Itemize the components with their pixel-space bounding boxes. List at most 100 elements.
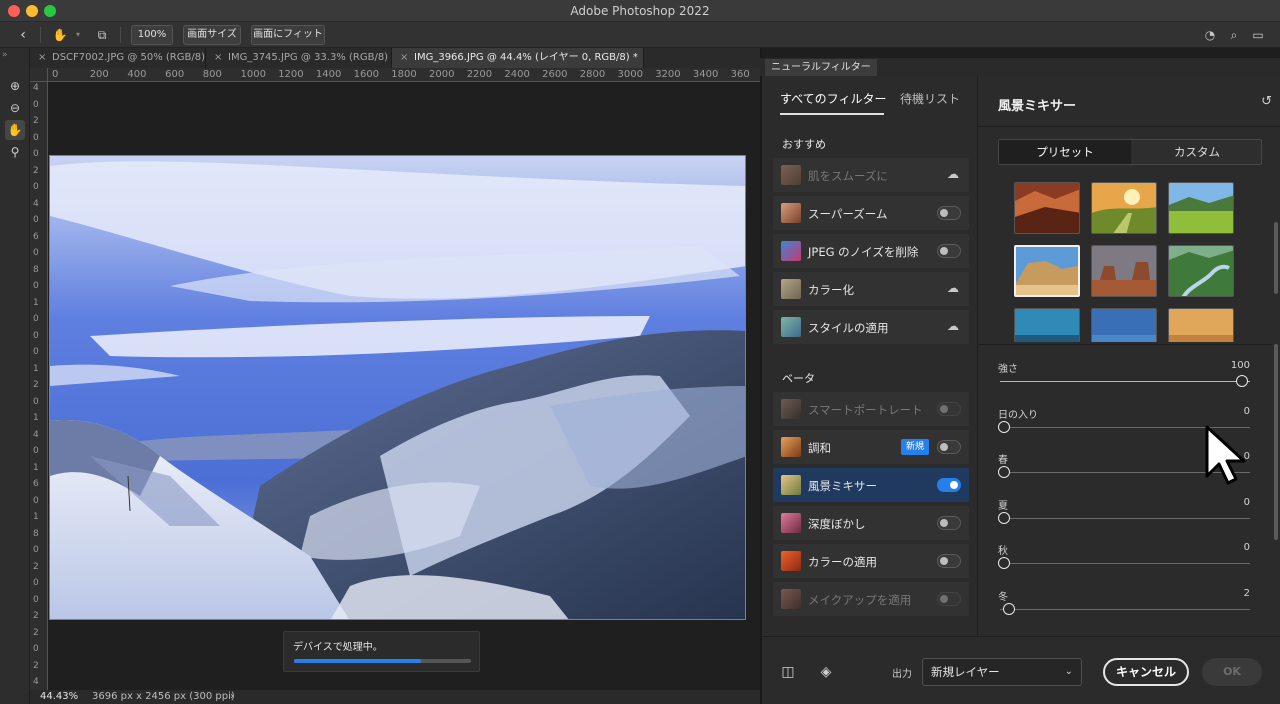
filter-thumbnail: [781, 589, 801, 609]
slider-track[interactable]: [1000, 381, 1250, 382]
fill-screen-button[interactable]: 画面にフィット: [251, 25, 325, 45]
seg-preset-button[interactable]: プリセット: [999, 140, 1131, 164]
ruler-origin[interactable]: [30, 68, 48, 82]
layer-preview-icon[interactable]: ◈: [816, 662, 836, 682]
zoom-tool-icon[interactable]: ⚲: [5, 142, 25, 162]
slider-track[interactable]: [1000, 608, 1250, 610]
filter-depth-blur[interactable]: 深度ぼかし: [773, 506, 969, 540]
ruler-tick-label: 0: [33, 578, 39, 588]
filter-super-zoom[interactable]: スーパーズーム: [773, 196, 969, 230]
cloud-download-icon[interactable]: ☁: [947, 281, 959, 295]
preset-thumbnail[interactable]: [1014, 182, 1080, 234]
preset-thumbnail-selected[interactable]: [1014, 245, 1080, 297]
filter-label: カラー化: [808, 283, 854, 297]
ruler-tick-label: 6: [33, 231, 39, 242]
doc-tab[interactable]: × IMG_3745.JPG @ 33.3% (RGB/8): [206, 48, 392, 68]
app-title: Adobe Photoshop 2022: [570, 4, 710, 18]
workspace-icon[interactable]: ▭: [1248, 25, 1268, 45]
doc-tab-active[interactable]: × IMG_3966.JPG @ 44.4% (レイヤー 0, RGB/8) *: [392, 48, 644, 68]
slider-value[interactable]: 100: [1210, 360, 1250, 371]
slider-knob[interactable]: [998, 511, 1010, 524]
reset-icon[interactable]: ↺: [1261, 94, 1272, 109]
filter-color-transfer[interactable]: カラーの適用: [773, 544, 969, 578]
preset-thumbnail[interactable]: [1168, 182, 1234, 234]
preset-thumbnail[interactable]: [1091, 308, 1157, 342]
share-icon[interactable]: ◔: [1200, 25, 1220, 45]
tab-waitlist[interactable]: 待機リスト: [900, 90, 960, 107]
fit-screen-button[interactable]: 画面サイズ: [183, 25, 241, 45]
slider-knob[interactable]: [1002, 602, 1015, 615]
ruler-tick-label: 400: [127, 69, 147, 80]
zoom-100-button[interactable]: 100%: [131, 25, 173, 45]
close-tab-icon[interactable]: ×: [214, 48, 222, 68]
filter-thumbnail: [781, 203, 801, 223]
filter-toggle[interactable]: [937, 402, 961, 416]
filter-jpeg-artifacts[interactable]: JPEG のノイズを削除: [773, 234, 969, 268]
back-icon[interactable]: ‹: [14, 25, 32, 45]
output-select[interactable]: 新規レイヤー ⌄: [922, 658, 1082, 686]
filter-toggle[interactable]: [937, 478, 961, 492]
scroll-all-windows-icon[interactable]: ⧉: [92, 25, 112, 45]
doc-tab[interactable]: × DSCF7002.JPG @ 50% (RGB/8): [30, 48, 206, 68]
filter-toggle[interactable]: [937, 516, 961, 530]
slider-value[interactable]: 2: [1210, 588, 1250, 599]
slider-label: 日の入り: [998, 409, 1038, 421]
slider-value[interactable]: 0: [1210, 497, 1250, 508]
close-tab-icon[interactable]: ×: [400, 48, 408, 68]
zoom-in-icon[interactable]: ⊕: [5, 76, 25, 96]
collapse-arrows-icon[interactable]: »: [2, 50, 8, 60]
slider-value[interactable]: 0: [1210, 406, 1250, 417]
document-image[interactable]: [49, 155, 746, 620]
tab-all-filters[interactable]: すべてのフィルター: [780, 90, 886, 107]
filter-toggle[interactable]: [937, 206, 961, 220]
filter-harmonization[interactable]: 調和 新規: [773, 430, 969, 464]
filter-smart-portrait[interactable]: スマートポートレート: [773, 392, 969, 426]
horizontal-ruler[interactable]: 0 200 400 600 800 1000 1200 1400 1600 1800 2000 220…: [48, 68, 760, 82]
slider-track[interactable]: [1000, 517, 1250, 519]
slider-knob[interactable]: [998, 557, 1010, 569]
preset-thumbnail[interactable]: [1168, 308, 1234, 342]
vertical-ruler[interactable]: 4 0 2 0 0 2 0 4 0 6 0 8 0 1 0 0 0 1 2 0 1 4 0 1 6 0 1 8 0 2 0 0 2 2 0 2 4: [30, 82, 48, 690]
cancel-button[interactable]: キャンセル: [1103, 658, 1189, 686]
preset-thumbnail[interactable]: [1014, 308, 1080, 342]
mouse-cursor-icon: [1205, 425, 1246, 485]
search-icon[interactable]: ⌕: [1224, 25, 1244, 45]
filter-landscape-mixer[interactable]: 風景ミキサー: [773, 468, 969, 502]
preset-scrollbar[interactable]: [1274, 222, 1278, 294]
filter-style-transfer[interactable]: スタイルの適用 ☁: [773, 310, 969, 344]
seg-custom-button[interactable]: カスタム: [1131, 140, 1263, 164]
filter-toggle[interactable]: [937, 244, 961, 258]
ruler-tick-label: 6: [33, 479, 39, 489]
canvas-area[interactable]: [49, 83, 760, 690]
preset-thumbnail[interactable]: [1168, 245, 1234, 297]
ruler-tick-label: 4: [33, 429, 39, 440]
hand-tool-icon[interactable]: ✋: [5, 120, 25, 140]
preview-toggle-icon[interactable]: ◫: [778, 662, 798, 682]
zoom-out-icon[interactable]: ⊖: [5, 98, 25, 118]
slider-knob[interactable]: [998, 466, 1010, 478]
slider-track[interactable]: [1000, 563, 1250, 564]
zoom-level[interactable]: 44.43%: [40, 690, 78, 704]
filter-toggle[interactable]: [937, 554, 961, 568]
preset-thumbnail[interactable]: [1091, 182, 1157, 234]
status-menu-chevron[interactable]: ›: [230, 690, 234, 704]
neural-filters-panel-tab[interactable]: ニューラルフィルター: [765, 59, 877, 76]
cloud-download-icon[interactable]: ☁: [947, 319, 959, 333]
ok-button[interactable]: OK: [1202, 658, 1262, 686]
cloud-download-icon[interactable]: ☁: [947, 167, 959, 181]
settings-scrollbar[interactable]: [1274, 344, 1278, 540]
slider-knob[interactable]: [998, 420, 1010, 433]
ruler-tick-label: 1000: [240, 69, 266, 80]
filter-toggle[interactable]: [937, 440, 961, 454]
chevron-down-icon[interactable]: ▾: [68, 25, 88, 45]
close-tab-icon[interactable]: ×: [38, 48, 46, 68]
filter-makeup-transfer[interactable]: メイクアップを適用: [773, 582, 969, 616]
slider-value[interactable]: 0: [1210, 542, 1250, 553]
preset-thumbnail[interactable]: [1091, 245, 1157, 297]
hand-tool-icon[interactable]: ✋: [50, 25, 70, 45]
filter-colorize[interactable]: カラー化 ☁: [773, 272, 969, 306]
filter-skin-smoothing[interactable]: 肌をスムーズに ☁: [773, 158, 969, 192]
filter-thumbnail: [781, 551, 801, 571]
slider-knob[interactable]: [1236, 375, 1248, 387]
filter-toggle[interactable]: [937, 592, 961, 606]
